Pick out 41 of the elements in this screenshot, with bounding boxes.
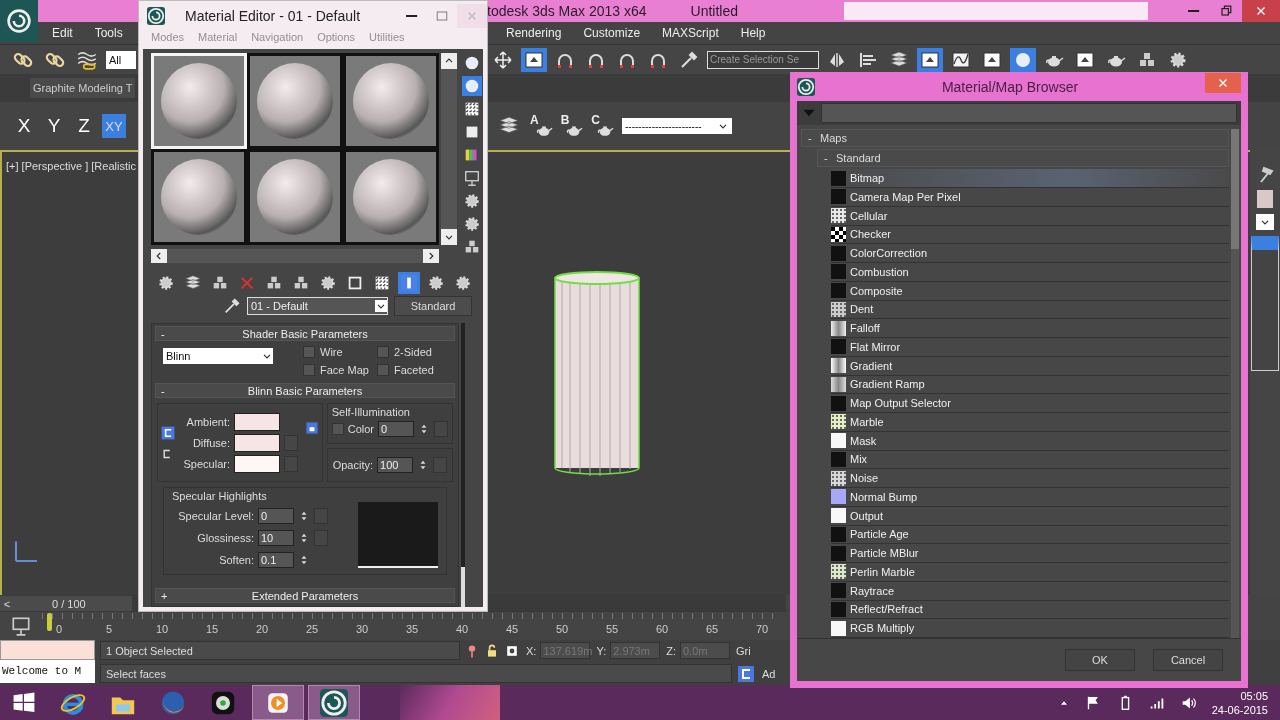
frame-number: 20: [256, 622, 270, 637]
color-label: Specular:: [182, 457, 230, 470]
add-time-tag-label: Ad: [762, 667, 776, 680]
field-label: Glossiness:: [196, 532, 254, 544]
frame-number: 10: [156, 622, 170, 637]
color-label: Diffuse:: [191, 436, 230, 449]
window-title: Material/Map Browser: [940, 78, 1080, 95]
field-label: Soften:: [218, 554, 254, 566]
frame-number: 65: [706, 622, 720, 637]
group-title: Self-Illumination: [331, 406, 411, 418]
checkbox-label: Face Map: [320, 364, 369, 376]
grid-label: Gri: [736, 644, 751, 657]
window-title: Material Editor - 01 - Default: [185, 8, 361, 24]
frame-number: 55: [606, 622, 620, 637]
window-title: todesk 3ds Max 2013 x64: [487, 3, 647, 19]
frame-number: 40: [456, 622, 470, 637]
frame-number: 45: [506, 622, 520, 637]
group-title: Specular Highlights: [172, 490, 268, 502]
checkbox-label: Color: [347, 423, 374, 435]
frame-number: 0: [56, 622, 64, 637]
frame-number: 70: [756, 622, 770, 637]
maxscript-output: Welcome to M: [0, 660, 95, 683]
checkbox-label: Wire: [320, 346, 343, 358]
coordinate-label: Z:: [666, 644, 676, 657]
frame-number: 50: [556, 622, 570, 637]
selection-status: 1 Object Selected: [100, 641, 460, 660]
checkbox-label: 2-Sided: [394, 346, 432, 358]
frame-number: 5: [106, 622, 114, 637]
frame-number: 15: [206, 622, 220, 637]
opacity-label: Opacity:: [332, 459, 374, 471]
frame-number: 60: [656, 622, 670, 637]
coordinate-label: Y:: [596, 644, 607, 657]
frame-number: 35: [406, 622, 420, 637]
document-title: Untitled: [690, 3, 738, 19]
viewport-label: [+] [Perspective ] [Realistic: [6, 160, 136, 172]
field-label: Specular Level:: [177, 510, 254, 522]
frame-number: 25: [306, 622, 320, 637]
checkbox-label: Faceted: [394, 364, 434, 376]
color-label: Ambient:: [185, 415, 230, 428]
frame-number: 30: [356, 622, 370, 637]
coordinate-label: X:: [526, 644, 537, 657]
